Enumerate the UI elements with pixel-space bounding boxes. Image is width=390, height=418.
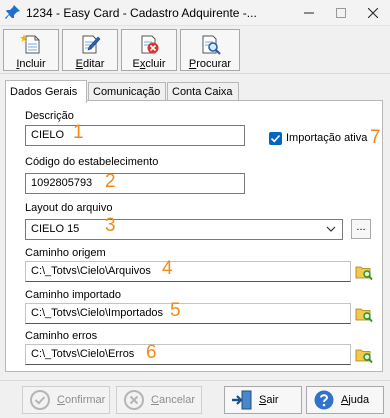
- origem-input[interactable]: C:\_Totvs\Cielo\Arquivos: [25, 261, 351, 282]
- sair-label: Sair: [259, 394, 279, 406]
- cancelar-label: Cancelar: [151, 394, 196, 406]
- cancel-circle-icon: [124, 390, 144, 410]
- browse-folder-erros-icon[interactable]: [355, 346, 373, 364]
- toolbar: Incluir Editar Excluir Procurar: [0, 26, 390, 74]
- browse-folder-importado-icon[interactable]: [355, 305, 373, 323]
- incluir-button[interactable]: Incluir: [3, 29, 59, 71]
- tab-comunicacao[interactable]: Comunicação: [88, 82, 166, 102]
- ajuda-button[interactable]: Ajuda: [306, 386, 384, 414]
- cancelar-button[interactable]: Cancelar: [116, 386, 202, 414]
- layout-select[interactable]: CIELO 15: [25, 219, 343, 240]
- pin-icon: [5, 5, 20, 19]
- marker-5: 5: [170, 300, 181, 321]
- descricao-label: Descrição: [25, 110, 74, 122]
- codigo-input[interactable]: 1092805793: [25, 173, 245, 194]
- chevron-down-icon: [326, 226, 336, 232]
- close-window-button[interactable]: [358, 0, 388, 26]
- confirmar-label: Confirmar: [57, 394, 106, 406]
- erros-input[interactable]: C:\_Totvs\Cielo\Erros: [25, 344, 351, 365]
- close-icon: [368, 8, 378, 18]
- erros-label: Caminho erros: [25, 330, 98, 342]
- help-icon: [314, 390, 334, 410]
- marker-2: 2: [105, 171, 116, 192]
- marker-4: 4: [162, 258, 173, 279]
- editar-label: Editar: [75, 58, 105, 70]
- editar-button[interactable]: Editar: [62, 29, 118, 71]
- new-document-icon: [20, 34, 40, 54]
- importado-label: Caminho importado: [25, 289, 121, 301]
- ajuda-label: Ajuda: [341, 394, 370, 406]
- exit-door-icon: [232, 390, 252, 410]
- codigo-label: Código do estabelecimento: [25, 156, 159, 168]
- marker-6: 6: [146, 342, 157, 363]
- excluir-label: Excluir: [132, 58, 166, 70]
- marker-3: 3: [105, 215, 116, 236]
- origem-label: Caminho origem: [25, 247, 106, 259]
- maximize-button[interactable]: [326, 0, 356, 26]
- procurar-button[interactable]: Procurar: [180, 29, 240, 71]
- search-document-icon: [202, 35, 221, 55]
- importacao-ativa-checkbox[interactable]: [269, 132, 282, 145]
- bottom-button-bar: Confirmar Cancelar Sair Ajuda: [0, 380, 390, 418]
- check-circle-icon: [30, 390, 50, 410]
- window-title: 1234 - Easy Card - Cadastro Adquirente -…: [26, 6, 257, 20]
- layout-label: Layout do arquivo: [25, 202, 113, 214]
- checkmark-icon: [270, 134, 281, 143]
- confirmar-button[interactable]: Confirmar: [22, 386, 110, 414]
- importacao-ativa-label: Importação ativa: [286, 132, 368, 144]
- browse-folder-origem-icon[interactable]: [355, 263, 373, 281]
- title-bar: 1234 - Easy Card - Cadastro Adquirente -…: [0, 0, 390, 26]
- excluir-button[interactable]: Excluir: [121, 29, 177, 71]
- sair-button[interactable]: Sair: [224, 386, 302, 414]
- minimize-icon: [304, 12, 314, 14]
- dados-gerais-panel: Descrição CIELO 1 Importação ativa 7 Cód…: [5, 100, 383, 372]
- maximize-icon: [336, 8, 346, 18]
- tab-dados-gerais[interactable]: Dados Gerais: [5, 80, 87, 103]
- tab-conta-caixa[interactable]: Conta Caixa: [167, 82, 239, 102]
- marker-7: 7: [370, 127, 381, 148]
- incluir-label: Incluir: [16, 58, 46, 70]
- layout-more-button[interactable]: ...: [351, 219, 371, 239]
- delete-document-icon: [141, 35, 159, 54]
- marker-1: 1: [73, 122, 84, 143]
- minimize-button[interactable]: [294, 0, 324, 26]
- descricao-input[interactable]: CIELO: [25, 125, 245, 146]
- procurar-label: Procurar: [188, 58, 232, 70]
- edit-document-icon: [82, 35, 101, 54]
- importado-input[interactable]: C:\_Totvs\Cielo\Importados: [25, 303, 351, 324]
